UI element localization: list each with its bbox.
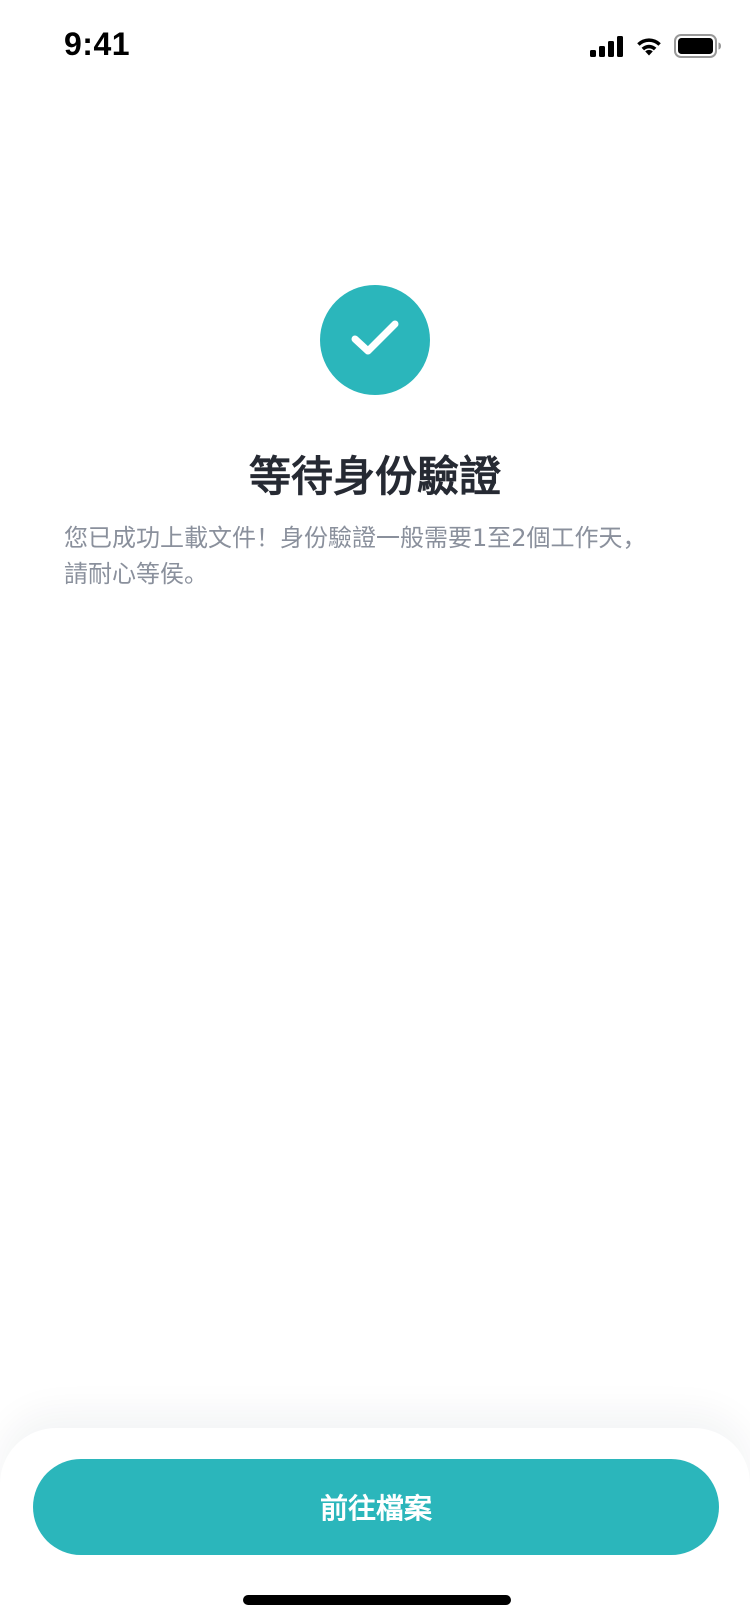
battery-icon: [674, 34, 722, 58]
signal-icon: [590, 35, 624, 57]
go-to-profile-button[interactable]: 前往檔案: [33, 1459, 719, 1555]
checkmark-icon: [350, 318, 400, 362]
status-icons: [590, 34, 722, 58]
status-time: 9:41: [64, 26, 131, 62]
status-bar: 9:41: [0, 0, 750, 92]
page-title: 等待身份驗證: [248, 452, 501, 501]
page-description: 您已成功上載文件！身份驗證一般需要1至2個工作天，請耐心等侯。: [64, 524, 647, 588]
success-badge: [320, 285, 430, 395]
home-indicator: [243, 1595, 511, 1605]
wifi-icon: [634, 35, 664, 57]
